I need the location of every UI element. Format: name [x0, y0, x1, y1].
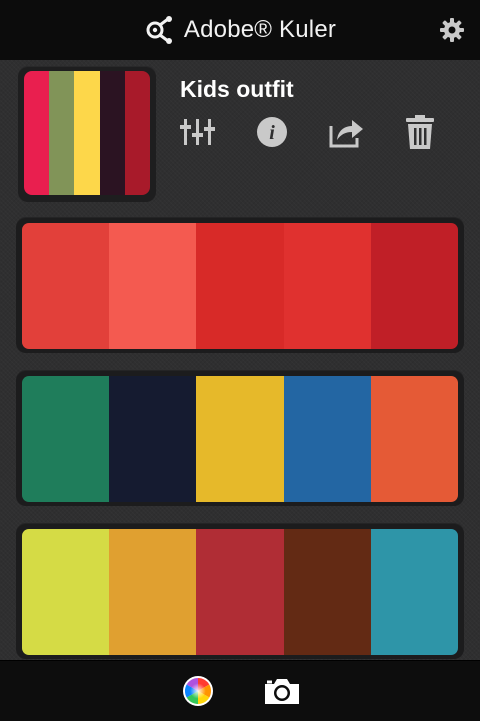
palette-3-swatch-4[interactable]: [283, 529, 371, 655]
theme-title: Kids outfit: [180, 76, 294, 102]
palette-2[interactable]: [22, 376, 458, 502]
thumbnail-swatch-1: [24, 71, 50, 195]
color-wheel-icon: [183, 676, 213, 706]
palette-3-swatch-3[interactable]: [196, 529, 284, 655]
thumbnail-swatch-3: [74, 71, 100, 195]
palette-1-swatch-5[interactable]: [370, 223, 458, 349]
palette-3[interactable]: [22, 529, 458, 655]
info-button[interactable]: i: [254, 114, 290, 150]
color-wheel-button[interactable]: [178, 673, 218, 709]
kuler-logo-icon: [146, 16, 172, 44]
trash-icon: [406, 115, 434, 149]
app-title: Adobe® Kuler: [183, 16, 337, 43]
thumbnail-swatch-2: [49, 71, 75, 195]
theme-actions: i: [180, 114, 438, 150]
settings-button[interactable]: [436, 14, 468, 46]
gear-icon: [440, 18, 464, 42]
share-icon: [329, 120, 363, 148]
thumbnail-swatch-5: [124, 71, 150, 195]
edit-button[interactable]: [180, 114, 216, 150]
app-header: Adobe® Kuler: [0, 0, 480, 60]
palette-1[interactable]: [22, 223, 458, 349]
palette-2-swatch-4[interactable]: [283, 376, 371, 502]
palette-3-swatch-1[interactable]: [22, 529, 110, 655]
camera-icon: [265, 679, 299, 704]
palette-2-swatch-3[interactable]: [196, 376, 284, 502]
brand: Adobe® Kuler: [144, 15, 336, 45]
share-button[interactable]: [328, 114, 364, 150]
palette-3-swatch-5[interactable]: [370, 529, 458, 655]
delete-button[interactable]: [402, 114, 438, 150]
palette-2-swatch-1[interactable]: [22, 376, 110, 502]
camera-button[interactable]: [262, 673, 302, 709]
palette-1-swatch-4[interactable]: [283, 223, 371, 349]
palette-2-swatch-5[interactable]: [370, 376, 458, 502]
palette-1-swatch-3[interactable]: [196, 223, 284, 349]
palette-card-1: [16, 217, 464, 353]
palette-2-swatch-2[interactable]: [109, 376, 197, 502]
palette-1-swatch-2[interactable]: [109, 223, 197, 349]
sliders-icon: [180, 119, 215, 145]
bottom-toolbar: [0, 660, 480, 721]
theme-thumbnail-frame: [18, 66, 156, 202]
palette-card-2: [16, 370, 464, 506]
palette-3-swatch-2[interactable]: [109, 529, 197, 655]
palette-card-3: [16, 523, 464, 659]
palette-1-swatch-1[interactable]: [22, 223, 110, 349]
thumbnail-swatch-4: [99, 71, 125, 195]
theme-thumbnail[interactable]: [24, 71, 150, 195]
info-icon: i: [257, 117, 287, 147]
svg-text:i: i: [269, 122, 275, 144]
